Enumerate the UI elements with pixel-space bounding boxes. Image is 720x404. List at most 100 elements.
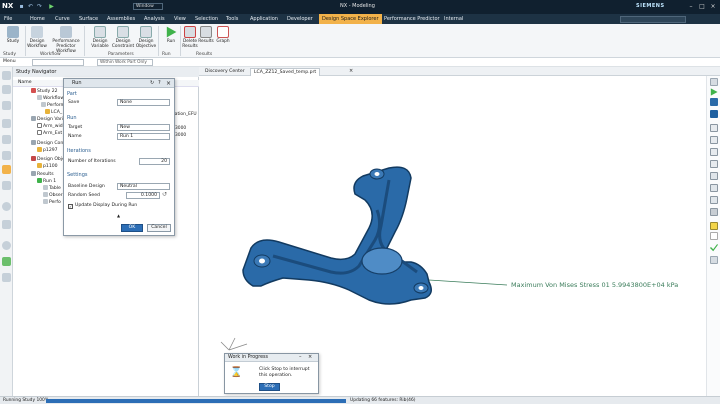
tree-node-design-variables[interactable]: Design Varia	[31, 116, 66, 123]
wip-minimize-icon[interactable]: –	[299, 354, 302, 360]
system-materials-icon[interactable]	[2, 202, 11, 211]
part-navigator-icon[interactable]	[2, 71, 11, 80]
cancel-button[interactable]: Cancel	[147, 224, 171, 232]
shaded-icon[interactable]	[710, 172, 718, 180]
section-settings[interactable]: Settings	[67, 172, 88, 178]
process-studio-icon[interactable]	[2, 220, 11, 229]
play-icon[interactable]: ▶	[48, 3, 55, 10]
tab-application[interactable]: Application	[250, 14, 278, 24]
tree-node-arm-ext[interactable]: Arm_Ext	[37, 130, 62, 137]
run-icon[interactable]	[710, 88, 718, 96]
tree-node-design-constraints[interactable]: Design Cons	[31, 140, 66, 147]
fit-view-icon[interactable]	[710, 124, 718, 132]
tab-surface[interactable]: Surface	[79, 14, 98, 24]
web-browser-icon[interactable]	[2, 151, 11, 160]
stop-button[interactable]: Stop	[259, 383, 280, 391]
wip-close-icon[interactable]: ×	[308, 354, 312, 360]
tree-node-run-1[interactable]: Run 1	[37, 178, 56, 185]
design-workflow-button[interactable]: Design Workflow	[24, 26, 50, 49]
section-part[interactable]: Part	[67, 91, 77, 97]
pan-icon[interactable]	[710, 148, 718, 156]
tree-node-workflow[interactable]: Workflow	[37, 95, 64, 102]
tree-node-p1297[interactable]: p1297	[37, 147, 58, 154]
tree-node-performance-result[interactable]: Perfo	[43, 199, 61, 206]
tab-discovery-center[interactable]: Discovery Center	[202, 68, 248, 76]
randomize-icon[interactable]: ↺	[162, 191, 167, 198]
update-display-checkbox[interactable]: ✓	[68, 204, 73, 209]
rotate-icon[interactable]	[710, 160, 718, 168]
tab-view[interactable]: View	[174, 14, 186, 24]
tab-tools[interactable]: Tools	[226, 14, 238, 24]
iterations-input[interactable]: 20	[139, 158, 170, 165]
tab-home[interactable]: Home	[30, 14, 45, 24]
command-search-input[interactable]	[620, 16, 686, 23]
lower-control-arm-model[interactable]	[242, 166, 432, 305]
section-view-icon[interactable]	[710, 196, 718, 204]
more-tools-icon[interactable]	[710, 256, 718, 264]
window-menu[interactable]: Window	[133, 3, 163, 10]
graph-button[interactable]: Graph	[212, 26, 234, 44]
tab-curve[interactable]: Curve	[55, 14, 70, 24]
tab-design-space-explorer[interactable]: Design Space Explorer	[319, 14, 382, 24]
graphics-window[interactable]	[199, 76, 706, 396]
type-filter-dropdown[interactable]	[32, 59, 84, 66]
study-button[interactable]: Study	[0, 26, 26, 44]
roles-icon[interactable]	[2, 181, 11, 190]
history-icon[interactable]	[2, 135, 11, 144]
tree-node-observations[interactable]: Obser	[43, 192, 63, 199]
tree-node-p1100[interactable]: p1100	[37, 163, 58, 170]
tab-assemblies[interactable]: Assemblies	[107, 14, 135, 24]
reuse-library-icon[interactable]	[2, 119, 11, 128]
analysis-icon[interactable]	[2, 257, 11, 266]
tab-internal[interactable]: Internal	[444, 14, 463, 24]
baseline-dropdown[interactable]: Neutral	[117, 183, 170, 190]
tree-node-lca[interactable]: LCA_	[45, 109, 62, 116]
clock-icon[interactable]	[2, 241, 11, 250]
assembly-navigator-icon[interactable]	[2, 85, 11, 94]
section-iterations[interactable]: Iterations	[67, 148, 91, 154]
target-dropdown[interactable]: New	[117, 124, 170, 131]
settings-icon[interactable]	[710, 208, 718, 216]
constraint-navigator-icon[interactable]	[2, 101, 11, 110]
tab-part-file[interactable]: LCA_ZZ12_Saved_temp.prt	[250, 68, 321, 76]
minimize-icon[interactable]: –	[686, 3, 696, 11]
tree-node-table[interactable]: Table	[43, 185, 61, 192]
reset-icon[interactable]: ↻	[150, 79, 154, 88]
model-icon[interactable]	[710, 98, 718, 106]
study-navigator-icon[interactable]	[2, 165, 11, 174]
maximize-icon[interactable]: □	[697, 3, 707, 11]
tree-node-results[interactable]: Results	[31, 171, 54, 178]
ok-button[interactable]: OK	[121, 224, 143, 232]
undo-icon[interactable]: ↶	[27, 3, 34, 10]
design-objective-button[interactable]: Design Objective	[133, 26, 159, 49]
tree-node-design-objectives[interactable]: Design Obje	[31, 156, 65, 163]
collapse-icon[interactable]: ▲	[117, 213, 120, 218]
scope-filter-dropdown[interactable]: Within Work Part Only	[97, 59, 153, 66]
highlight-icon[interactable]	[710, 222, 718, 230]
tree-node-study[interactable]: Study 22	[31, 88, 58, 95]
name-input[interactable]: Run 1	[117, 133, 170, 140]
name-column-header[interactable]: Name	[18, 80, 32, 85]
tree-node-arm-width[interactable]: Arm_wid	[37, 123, 63, 130]
redo-icon[interactable]: ↷	[36, 3, 43, 10]
zoom-icon[interactable]	[710, 78, 718, 86]
part-icon[interactable]	[710, 110, 718, 118]
tab-performance-predictor[interactable]: Performance Predictor	[384, 14, 440, 24]
save-dropdown[interactable]: None	[117, 99, 170, 106]
tab-developer[interactable]: Developer	[287, 14, 313, 24]
close-icon[interactable]: ×	[708, 3, 718, 11]
tools-icon[interactable]	[2, 273, 11, 282]
zoom-window-icon[interactable]	[710, 136, 718, 144]
wireframe-icon[interactable]	[710, 184, 718, 192]
save-icon[interactable]: ▪	[18, 3, 25, 10]
help-icon[interactable]: ?	[158, 79, 161, 88]
tab-file[interactable]: File	[4, 14, 12, 24]
check-icon[interactable]	[710, 244, 718, 252]
seed-input[interactable]: 0.1000	[126, 192, 160, 199]
performance-predictor-workflow-button[interactable]: Performance Predictor Workflow	[51, 26, 81, 54]
tab-selection[interactable]: Selection	[195, 14, 218, 24]
section-run[interactable]: Run	[67, 115, 77, 121]
layer-icon[interactable]	[710, 232, 718, 240]
dialog-close-icon[interactable]: ×	[166, 79, 171, 88]
tab-analysis[interactable]: Analysis	[144, 14, 165, 24]
